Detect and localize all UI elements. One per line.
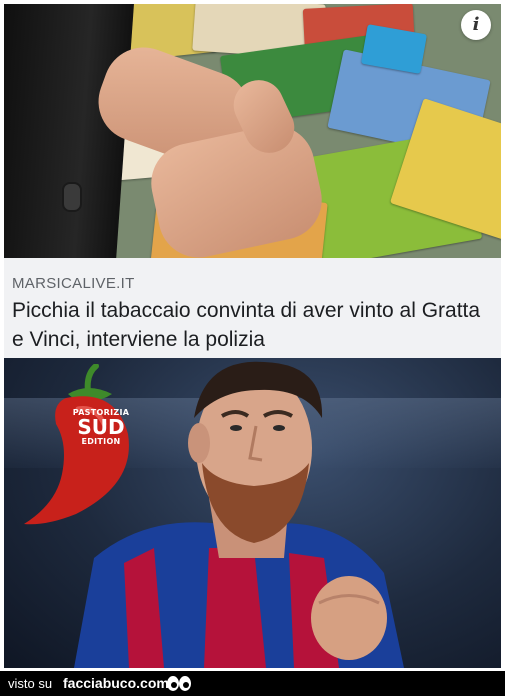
logo-text: PASTORIZIA SUD EDITION (66, 408, 136, 446)
article-preview[interactable]: MARSICALIVE.IT Picchia il tabaccaio conv… (4, 258, 501, 358)
footer-prefix: visto su (8, 676, 53, 691)
chili-logo (24, 364, 129, 525)
footer-site-link[interactable]: facciabuco.com (63, 675, 169, 691)
googly-eyes-icon (167, 676, 191, 691)
coat-button (62, 182, 82, 212)
article-title[interactable]: Picchia il tabaccaio convinta di aver vi… (12, 296, 492, 354)
footer-bar: visto su facciabuco.com (0, 671, 505, 696)
scratch-cards-photo: i (4, 4, 501, 258)
article-source: MARSICALIVE.IT (12, 275, 135, 292)
info-icon[interactable]: i (461, 10, 491, 40)
footballer-photo: PASTORIZIA SUD EDITION (4, 358, 501, 668)
logo-line-2: SUD (77, 415, 125, 439)
meme-frame: i MARSICALIVE.IT Picchia il tabaccaio co… (0, 0, 505, 696)
